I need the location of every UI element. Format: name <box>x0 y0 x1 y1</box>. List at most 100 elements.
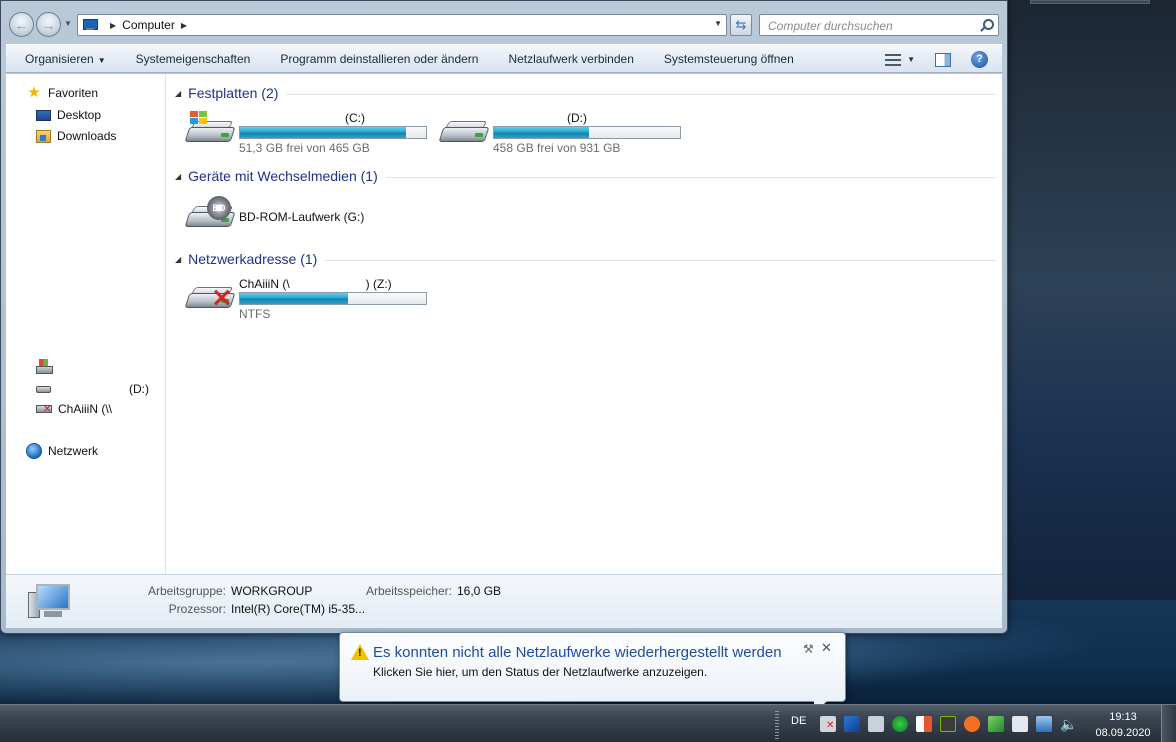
taskbar: DE 🔈 19:13 08.09.2020 <box>0 704 1176 742</box>
address-bar[interactable]: ▶ Computer ▶ ▼ <box>77 14 727 36</box>
map-network-drive-button[interactable]: Netzlaufwerk verbinden <box>493 52 648 66</box>
hard-drive-icon <box>438 111 490 147</box>
bd-rom-drive-icon: BD <box>184 196 236 232</box>
group-title: Netzwerkadresse (1) <box>188 251 318 267</box>
drive-filesystem: NTFS <box>239 307 271 321</box>
arrow-left-icon: ← <box>14 16 29 33</box>
nav-desktop-label: Desktop <box>57 108 102 122</box>
star-icon: ★ <box>27 84 41 101</box>
drive-item-g[interactable]: BD BD-ROM-Laufwerk (G:) <box>184 196 407 238</box>
breadcrumb-separator-icon[interactable]: ▶ <box>110 21 116 30</box>
nav-network-drive[interactable]: ChAiiiN (\\ <box>36 402 112 416</box>
nvidia-icon[interactable] <box>940 716 956 732</box>
organize-label: Organisieren <box>25 51 94 66</box>
nav-network-label: Netzwerk <box>48 444 99 458</box>
forward-button[interactable]: → <box>36 12 61 37</box>
drive-item-c[interactable]: (C:) 51,3 GB frei von 465 GB <box>184 111 447 157</box>
view-options-chevron-icon[interactable]: ▼ <box>907 55 915 64</box>
show-desktop-button[interactable] <box>1161 705 1176 742</box>
nav-favorites-label: Favoriten <box>48 86 99 100</box>
malwarebytes-icon[interactable] <box>844 716 860 732</box>
nav-network-drive-label: ChAiiiN (\\ <box>58 402 113 416</box>
drive-usage-bar <box>239 126 427 139</box>
group-header-network-locations[interactable]: ◢ Netzwerkadresse (1) <box>175 251 997 267</box>
group-header-hard-disks[interactable]: ◢ Festplatten (2) <box>175 85 997 101</box>
refresh-icon: ⇆ <box>735 17 747 32</box>
group-divider <box>385 176 997 178</box>
close-icon[interactable]: ✕ <box>821 641 832 655</box>
bd-disc-icon: BD <box>207 196 231 220</box>
back-button[interactable]: ← <box>9 12 34 37</box>
security-shield-icon[interactable] <box>988 716 1004 732</box>
network-drive-error-icon[interactable] <box>820 716 836 732</box>
collapse-triangle-icon[interactable]: ◢ <box>175 89 181 98</box>
recent-pages-dropdown[interactable]: ▼ <box>64 19 72 28</box>
computer-icon <box>28 584 72 620</box>
open-control-panel-button[interactable]: Systemsteuerung öffnen <box>649 52 809 66</box>
collapse-triangle-icon[interactable]: ◢ <box>175 255 181 264</box>
drive-free-space: 51,3 GB frei von 465 GB <box>239 141 370 155</box>
avast-icon[interactable] <box>964 716 980 732</box>
nav-drive-d-label: (D:) <box>129 382 149 396</box>
clock-date: 08.09.2020 <box>1095 727 1151 739</box>
balloon-title: Es konnten nicht alle Netzlaufwerke wied… <box>373 644 782 661</box>
printer-icon[interactable] <box>868 716 884 732</box>
action-center-icon[interactable] <box>1012 716 1028 732</box>
address-dropdown-icon[interactable]: ▼ <box>714 19 722 28</box>
nav-drive-c[interactable] <box>36 359 53 374</box>
processor-label: Prozessor: <box>168 602 226 616</box>
language-indicator[interactable]: DE <box>791 715 806 727</box>
drive-item-z[interactable]: ✕ ChAiiiN (\) (Z:) NTFS <box>184 277 447 323</box>
preview-pane-icon[interactable] <box>935 52 951 67</box>
change-view-icon[interactable] <box>885 53 902 67</box>
app-tray-icon[interactable] <box>916 716 932 732</box>
nav-favorites[interactable]: ★ Favoriten <box>26 84 99 101</box>
system-properties-button[interactable]: Systemeigenschaften <box>121 52 266 66</box>
display-icon[interactable] <box>1036 716 1052 732</box>
nav-desktop[interactable]: Desktop <box>36 108 101 122</box>
windows-drive-icon <box>36 359 53 374</box>
drive-usage-fill <box>494 127 589 138</box>
background-window-edge <box>1030 0 1150 4</box>
breadcrumb-separator-icon[interactable]: ▶ <box>181 21 187 30</box>
content-area: ★ Favoriten Desktop Downloads (D:) ChAii… <box>6 74 1002 574</box>
collapse-triangle-icon[interactable]: ◢ <box>175 172 181 181</box>
clock-time: 19:13 <box>1109 711 1137 723</box>
toolbar-right-controls: ▼ ? <box>885 45 1002 74</box>
desktop-background-right <box>1008 0 1176 704</box>
volume-icon[interactable]: 🔈 <box>1060 716 1077 732</box>
notification-area: 🔈 <box>820 714 1084 734</box>
hard-drive-icon <box>36 385 51 393</box>
drive-name-suffix: ) (Z:) <box>365 277 392 291</box>
nav-network[interactable]: Netzwerk <box>26 443 98 459</box>
group-header-removable[interactable]: ◢ Geräte mit Wechselmedien (1) <box>175 168 997 184</box>
breadcrumb-computer[interactable]: Computer <box>122 18 175 32</box>
notification-balloon[interactable]: Es konnten nicht alle Netzlaufwerke wied… <box>339 632 846 702</box>
nav-downloads[interactable]: Downloads <box>36 129 116 143</box>
search-input[interactable]: Computer durchsuchen <box>759 14 999 36</box>
details-pane: Arbeitsgruppe: WORKGROUP Arbeitsspeicher… <box>6 574 1002 628</box>
navigation-pane: ★ Favoriten Desktop Downloads (D:) ChAii… <box>6 74 166 574</box>
wrench-icon[interactable]: ⚒ <box>803 643 815 655</box>
nav-downloads-label: Downloads <box>57 129 117 143</box>
refresh-button[interactable]: ⇆ <box>730 14 752 36</box>
disconnected-network-drive-icon: ✕ <box>184 277 236 313</box>
downloads-folder-icon <box>36 129 51 143</box>
search-icon[interactable] <box>979 18 994 32</box>
help-icon[interactable]: ? <box>971 51 988 68</box>
green-app-icon[interactable] <box>892 716 908 732</box>
uninstall-program-button[interactable]: Programm deinstallieren oder ändern <box>265 52 493 66</box>
desktop-icon <box>36 109 51 121</box>
organize-button[interactable]: Organisieren ▼ <box>6 52 121 66</box>
drive-item-d[interactable]: (D:) 458 GB frei von 931 GB <box>438 111 701 157</box>
navigation-bar: ← → ▼ ▶ Computer ▶ ▼ ⇆ Computer durchsuc… <box>1 1 1007 45</box>
nav-drive-d[interactable]: (D:) <box>36 382 149 396</box>
computer-icon <box>82 19 98 31</box>
warning-icon <box>351 644 369 660</box>
group-divider <box>286 93 997 95</box>
memory-label: Arbeitsspeicher: <box>365 584 452 598</box>
taskbar-grip[interactable] <box>775 711 779 739</box>
clock[interactable]: 19:13 08.09.2020 <box>1090 709 1156 741</box>
processor-value: Intel(R) Core(TM) i5-35... <box>231 602 366 616</box>
drive-usage-fill <box>240 127 406 138</box>
